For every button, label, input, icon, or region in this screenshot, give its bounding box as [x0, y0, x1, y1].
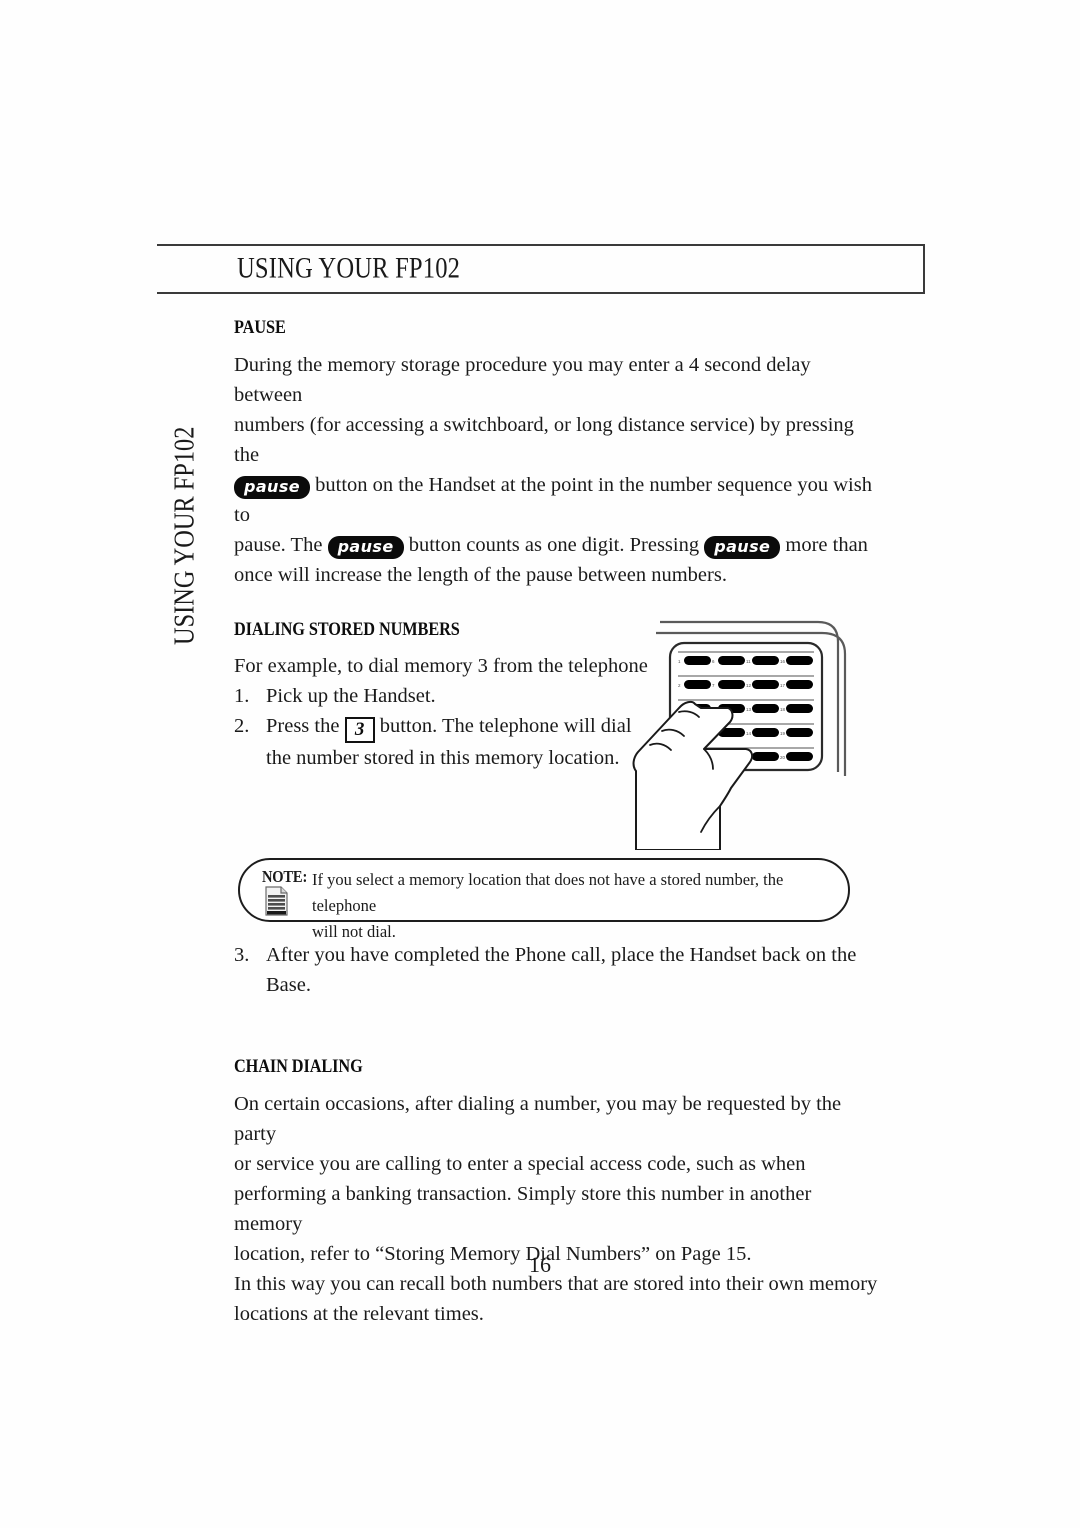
document-page: USING YOUR FP102 USING YOUR FP102 PAUSE …	[0, 0, 1080, 1528]
list-item: 3. After you have completed the Phone cal…	[234, 940, 884, 1000]
svg-text:16: 16	[780, 659, 786, 664]
svg-text:19: 19	[780, 731, 786, 736]
dialing-step-3-list: 3. After you have completed the Phone cal…	[234, 940, 884, 1000]
step-number: 3.	[234, 944, 250, 966]
vertical-section-tab-label: USING YOUR FP102	[168, 426, 201, 645]
pause-paragraph-line-1: During the memory storage procedure you …	[234, 354, 811, 406]
pause-button-graphic: pause	[704, 536, 781, 559]
step-text: Press the	[266, 715, 340, 737]
pause-paragraph-line-4: pause. The pause button counts as one di…	[234, 530, 884, 560]
note-text-line-1: If you select a memory location that doe…	[312, 870, 784, 915]
step-number: 2.	[234, 715, 250, 737]
svg-text:18: 18	[780, 707, 786, 712]
svg-text:14: 14	[746, 731, 752, 736]
pause-button-graphic: pause	[234, 476, 311, 499]
page-title: USING YOUR FP102	[237, 251, 509, 285]
chain-paragraph-line-6: locations at the relevant times.	[234, 1303, 484, 1325]
pause-button-graphic: pause	[327, 536, 404, 559]
pause-paragraph-line-5: once will increase the length of the pau…	[234, 564, 727, 586]
vertical-section-tab: USING YOUR FP102	[163, 360, 207, 670]
pause-paragraph-line-2: numbers (for accessing a switchboard, or…	[234, 414, 854, 466]
pause-section-heading: PAUSE	[234, 318, 286, 338]
step-number: 1.	[234, 685, 250, 707]
svg-text:20: 20	[780, 755, 786, 760]
svg-text:17: 17	[780, 683, 786, 688]
step-text: After you have completed the Phone call,…	[266, 944, 857, 996]
pause-paragraph-line-3: pause button on the Handset at the point…	[234, 474, 872, 526]
chain-dialing-section-heading: CHAIN DIALING	[234, 1057, 363, 1077]
step-text-continued: button. The telephone will dial	[379, 715, 632, 737]
document-icon	[264, 886, 290, 916]
note-content: NOTE: If you select a memory location th…	[262, 867, 834, 945]
page-header-box: USING YOUR FP102	[157, 244, 925, 294]
note-callout: NOTE: If you select a memory location th…	[238, 858, 850, 941]
hand-pressing-memory-keypad-illustration: 161116 271217 381318 491419 5101520	[600, 600, 875, 851]
page-number: 16	[529, 1252, 551, 1277]
chain-paragraph-line-3: performing a banking transaction. Simply…	[234, 1183, 812, 1235]
chain-paragraph-line-2: or service you are calling to enter a sp…	[234, 1153, 806, 1175]
note-label: NOTE:	[262, 867, 308, 886]
memory-key-3-graphic: 3	[344, 717, 375, 743]
step-text: Pick up the Handset.	[266, 685, 436, 707]
svg-text:11: 11	[746, 659, 751, 664]
svg-text:12: 12	[746, 683, 752, 688]
svg-text:13: 13	[746, 707, 752, 712]
chain-paragraph-line-1: On certain occasions, after dialing a nu…	[234, 1093, 842, 1145]
page-title-text: USING YOUR FP102	[237, 251, 461, 285]
